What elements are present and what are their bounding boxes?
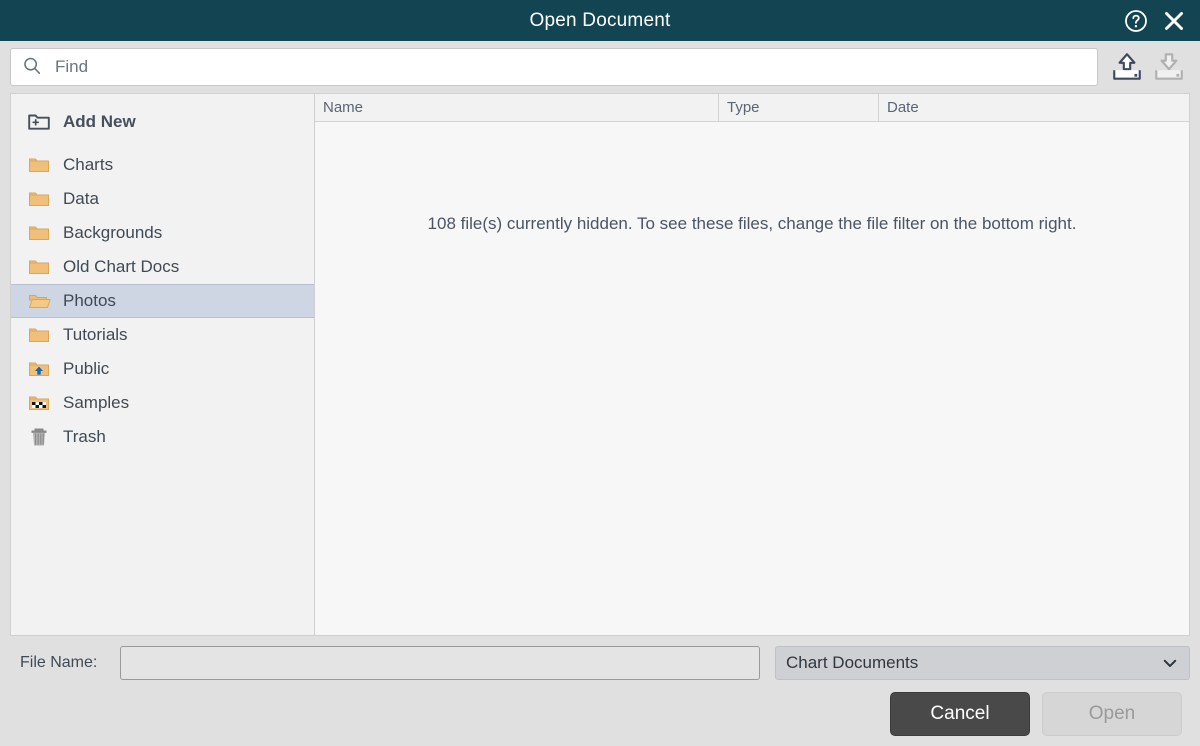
sidebar-item-photos[interactable]: Photos xyxy=(11,284,314,318)
sidebar-item-charts[interactable]: Charts xyxy=(11,148,314,182)
cancel-button[interactable]: Cancel xyxy=(890,692,1030,736)
column-header-row: Name Type Date xyxy=(315,94,1189,122)
sidebar-item-old-chart-docs[interactable]: Old Chart Docs xyxy=(11,250,314,284)
column-header-name[interactable]: Name xyxy=(315,94,719,121)
trash-icon xyxy=(27,425,51,449)
search-input[interactable] xyxy=(55,57,1087,77)
filename-label: File Name: xyxy=(20,654,98,671)
file-filter-value: Chart Documents xyxy=(786,653,919,672)
dialog-button-row: Cancel Open xyxy=(10,692,1190,736)
file-list[interactable]: 108 file(s) currently hidden. To see the… xyxy=(315,122,1189,635)
sidebar-item-label: Samples xyxy=(63,393,130,412)
folder-icon xyxy=(27,221,51,245)
search-box[interactable] xyxy=(10,48,1098,86)
folder-plus-icon xyxy=(27,110,51,134)
search-icon xyxy=(21,55,45,79)
sidebar-item-label: Tutorials xyxy=(63,325,128,344)
sidebar-item-samples[interactable]: Samples xyxy=(11,386,314,420)
folder-icon xyxy=(27,323,51,347)
file-filter-select[interactable]: Chart Documents xyxy=(775,646,1190,680)
sidebar-item-label: Public xyxy=(63,359,110,378)
column-header-type[interactable]: Type xyxy=(719,94,879,121)
sidebar-item-backgrounds[interactable]: Backgrounds xyxy=(11,216,314,250)
search-row xyxy=(0,41,1200,93)
folder-icon xyxy=(27,255,51,279)
titlebar-buttons xyxy=(1124,9,1200,33)
open-document-dialog: Open Document Find Add New Charts Data B… xyxy=(0,0,1200,746)
column-header-date[interactable]: Date xyxy=(879,94,1189,121)
filename-input[interactable] xyxy=(120,646,760,680)
chevron-down-icon xyxy=(1161,654,1179,672)
sidebar-item-tutorials[interactable]: Tutorials xyxy=(11,318,314,352)
open-button: Open xyxy=(1042,692,1182,736)
folder-samples-icon xyxy=(27,391,51,415)
sidebar-item-data[interactable]: Data xyxy=(11,182,314,216)
folder-list: Charts Data Backgrounds Old Chart Docs P… xyxy=(11,144,314,454)
tray-buttons xyxy=(1110,50,1190,84)
sidebar-item-label: Charts xyxy=(63,155,114,174)
sidebar-item-public[interactable]: Public xyxy=(11,352,314,386)
file-pane: Name Type Date 108 file(s) currently hid… xyxy=(314,93,1190,636)
dialog-body: Add New Charts Data Backgrounds Old Char… xyxy=(0,93,1200,636)
sidebar-item-label: Backgrounds xyxy=(63,223,163,242)
hidden-files-message: 108 file(s) currently hidden. To see the… xyxy=(427,214,1077,233)
page-title: Open Document xyxy=(529,9,671,31)
add-new-button[interactable]: Add New xyxy=(11,100,314,144)
upload-tray-icon[interactable] xyxy=(1110,50,1144,84)
sidebar-item-trash[interactable]: Trash xyxy=(11,420,314,454)
sidebar-item-label: Data xyxy=(63,189,99,208)
folder-open-icon xyxy=(27,289,51,313)
help-circle-icon[interactable] xyxy=(1124,9,1148,33)
sidebar: Add New Charts Data Backgrounds Old Char… xyxy=(10,93,314,636)
titlebar: Open Document xyxy=(0,0,1200,41)
filename-row: File Name: Chart Documents xyxy=(10,646,1190,680)
sidebar-item-label: Photos xyxy=(63,291,116,310)
folder-public-icon xyxy=(27,357,51,381)
sidebar-item-label: Old Chart Docs xyxy=(63,257,180,276)
close-icon[interactable] xyxy=(1162,9,1186,33)
sidebar-item-label: Trash xyxy=(63,427,106,446)
dialog-footer: File Name: Chart Documents Cancel Open xyxy=(0,636,1200,746)
add-new-label: Add New xyxy=(63,112,136,131)
download-tray-icon xyxy=(1152,50,1186,84)
folder-icon xyxy=(27,187,51,211)
folder-icon xyxy=(27,153,51,177)
